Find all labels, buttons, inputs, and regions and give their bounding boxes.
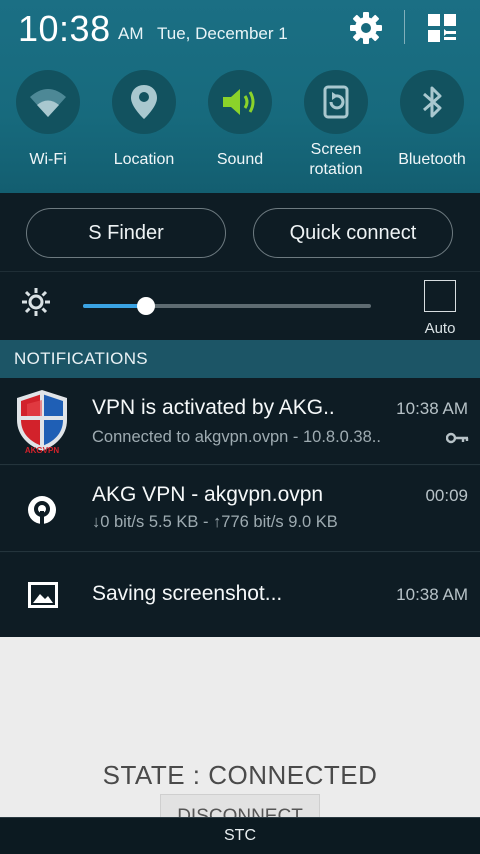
notification-time: 10:38 AM [396,585,468,604]
notification-screenshot[interactable]: Saving screenshot... 10:38 AM [0,553,480,637]
notification-akg-vpn[interactable]: AKG VPN - akgvpn.ovpn 00:09 ↓0 bit/s 5.5… [0,466,480,552]
notification-title: AKG VPN - akgvpn.ovpn [92,483,324,506]
notifications-header: NOTIFICATIONS [0,340,480,378]
qs-sound[interactable]: Sound [192,70,288,190]
status-row: 10:38 AM Tue, December 1 [0,0,480,60]
qs-location-circle [112,70,176,134]
edit-quick-settings-button[interactable] [422,8,462,48]
notification-time: 00:09 [425,486,468,505]
carrier-label: STC [0,817,480,854]
clock-ampm: AM [118,24,144,43]
qs-screen-rotation[interactable]: Screen rotation [288,70,384,190]
brightness-slider[interactable] [83,297,371,315]
notification-title: Saving screenshot... [92,582,283,605]
akg-vpn-shield-icon: AKGVPN [17,390,67,454]
notification-time: 10:38 AM [396,399,468,418]
qs-sound-circle [208,70,272,134]
bluetooth-icon [423,86,442,118]
notification-subtitle: Connected to akgvpn.ovpn - 10.8.0.38.. [92,428,381,446]
notification-subtitle: ↓0 bit/s 5.5 KB - ↑776 bit/s 9.0 KB [92,513,338,531]
svg-text:AKGVPN: AKGVPN [25,446,59,454]
location-pin-icon [131,85,157,119]
auto-brightness-label: Auto [424,320,456,337]
qs-wifi-circle [16,70,80,134]
gear-icon [350,12,382,44]
qs-bluetooth[interactable]: Bluetooth [384,70,480,190]
speaker-icon [223,89,255,115]
qs-label: Location [113,151,175,168]
image-icon [28,582,58,608]
quick-connect-button[interactable]: Quick connect [253,208,453,258]
brightness-icon [22,288,50,316]
disconnect-button[interactable]: DISCONNECT [160,794,320,818]
status-divider [404,10,405,44]
connection-state: STATE : CONNECTED [102,760,378,790]
qs-label: Bluetooth [398,151,466,168]
qs-bluetooth-circle [400,70,464,134]
wifi-icon [30,89,66,117]
openvpn-icon [28,496,56,524]
qs-label: Screen rotation [309,141,363,178]
qs-rotation-circle [304,70,368,134]
qs-wifi[interactable]: Wi-Fi [0,70,96,190]
qs-label: Sound [216,151,264,168]
key-icon [446,432,469,444]
vpn-app-background: STATE : CONNECTED DISCONNECT [0,637,480,818]
settings-button[interactable] [346,8,386,48]
notification-vpn-activated[interactable]: AKGVPN VPN is activated by AKG.. 10:38 A… [0,378,480,465]
quick-settings-panel: 10:38 AM Tue, December 1 Wi-Fi Location … [0,0,480,193]
brightness-slider-thumb[interactable] [137,297,155,315]
rotation-icon [323,85,349,119]
date: Tue, December 1 [157,24,288,43]
notification-title: VPN is activated by AKG.. [92,396,335,419]
controls-panel: S Finder Quick connect Auto [0,193,480,340]
brightness-row: Auto [0,271,480,341]
qs-location[interactable]: Location [96,70,192,190]
s-finder-button[interactable]: S Finder [26,208,226,258]
grid-edit-icon [428,14,456,42]
qs-label: Wi-Fi [29,151,67,168]
auto-brightness-checkbox[interactable] [424,280,456,312]
clock: 10:38 [18,8,111,49]
